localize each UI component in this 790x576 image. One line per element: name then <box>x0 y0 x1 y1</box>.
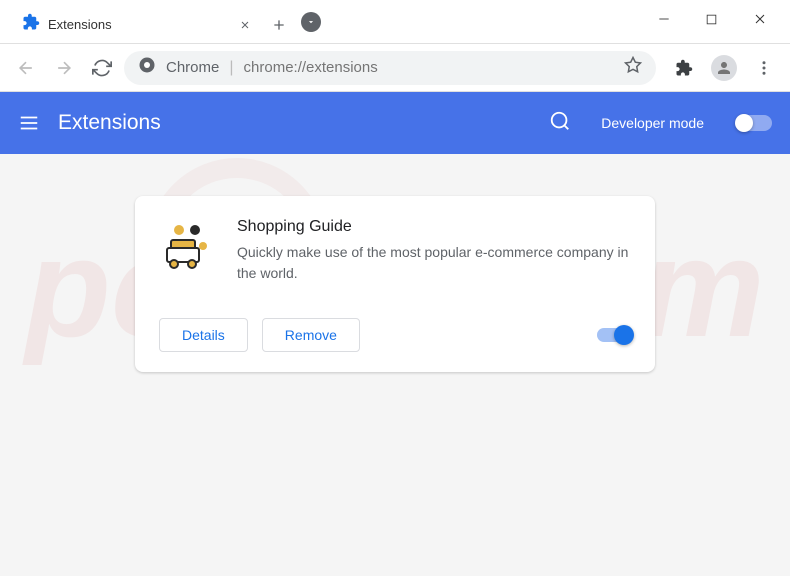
extensions-icon[interactable] <box>668 52 700 84</box>
developer-mode-label: Developer mode <box>601 115 704 131</box>
extension-enable-toggle[interactable] <box>597 328 631 342</box>
remove-button[interactable]: Remove <box>262 318 360 352</box>
extension-name: Shopping Guide <box>237 218 631 236</box>
hamburger-menu-button[interactable] <box>18 112 40 134</box>
new-tab-button[interactable] <box>265 6 293 43</box>
developer-mode-toggle[interactable] <box>736 115 772 131</box>
extension-icon <box>159 218 215 274</box>
forward-button[interactable] <box>48 52 80 84</box>
minimize-button[interactable] <box>653 8 675 35</box>
window-titlebar: Extensions <box>0 0 790 44</box>
address-bar-row: Chrome | chrome://extensions <box>0 44 790 92</box>
omnibox-separator: | <box>229 59 233 77</box>
extensions-header: Extensions Developer mode <box>0 92 790 154</box>
omnibox-chrome-label: Chrome <box>166 59 219 76</box>
omnibox[interactable]: Chrome | chrome://extensions <box>124 51 656 85</box>
details-button[interactable]: Details <box>159 318 248 352</box>
back-button[interactable] <box>10 52 42 84</box>
extension-card: Shopping Guide Quickly make use of the m… <box>135 196 655 372</box>
reload-button[interactable] <box>86 52 118 84</box>
extension-description: Quickly make use of the most popular e-c… <box>237 242 631 284</box>
search-button[interactable] <box>549 110 571 137</box>
content-area: Shopping Guide Quickly make use of the m… <box>0 154 790 372</box>
page-title: Extensions <box>58 111 161 135</box>
bookmark-star-icon[interactable] <box>624 56 642 79</box>
menu-button[interactable] <box>748 52 780 84</box>
close-tab-button[interactable] <box>237 17 253 33</box>
puzzle-icon <box>22 13 40 36</box>
tab-search-button[interactable] <box>301 12 321 32</box>
close-window-button[interactable] <box>748 7 772 36</box>
avatar-icon <box>711 55 737 81</box>
tab-title: Extensions <box>48 17 229 32</box>
chrome-logo-icon <box>138 56 156 79</box>
window-controls <box>653 0 790 43</box>
browser-tab[interactable]: Extensions <box>10 6 265 43</box>
profile-button[interactable] <box>708 52 740 84</box>
omnibox-url: chrome://extensions <box>244 59 378 76</box>
maximize-button[interactable] <box>701 9 722 35</box>
